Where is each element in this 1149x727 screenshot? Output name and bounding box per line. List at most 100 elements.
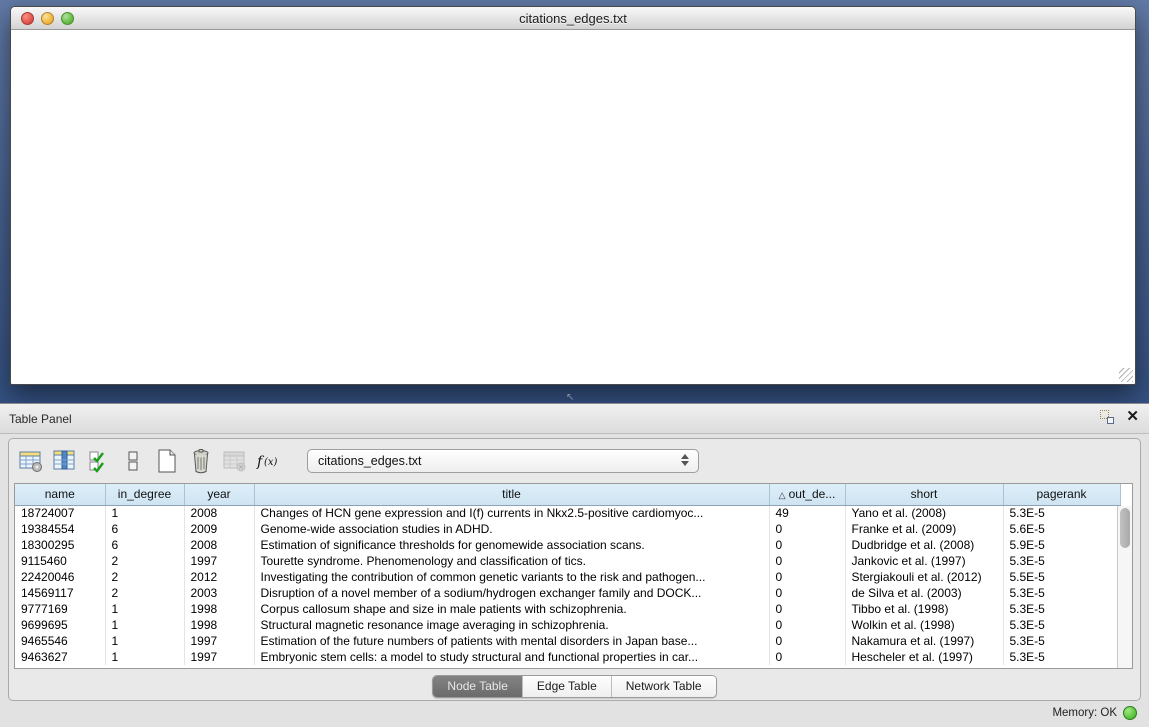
table-cell: 1 [105, 649, 184, 665]
table-cell: 1997 [184, 649, 254, 665]
close-panel-icon[interactable]: ✕ [1126, 410, 1139, 424]
table-cell: 0 [769, 569, 845, 585]
table-cell: 1 [105, 601, 184, 617]
table-cell: Disruption of a novel member of a sodium… [254, 585, 769, 601]
table-cell: 2012 [184, 569, 254, 585]
table-cell: 1 [105, 505, 184, 521]
window-titlebar[interactable]: citations_edges.txt [11, 7, 1135, 30]
table-cell: 6 [105, 521, 184, 537]
table-cell: 9777169 [15, 601, 105, 617]
resize-grip[interactable] [1119, 368, 1133, 382]
table-cell: 49 [769, 505, 845, 521]
table-cell: 1998 [184, 617, 254, 633]
table-cell: Changes of HCN gene expression and I(f) … [254, 505, 769, 521]
desktop-background: citations_edges.txt ↖ Table Panel ✕ f(x)… [0, 0, 1149, 727]
table-cell: 5.5E-5 [1003, 569, 1120, 585]
table-cell: 2 [105, 569, 184, 585]
table-row[interactable]: 1938455462009Genome-wide association stu… [15, 521, 1120, 537]
tab-node-table[interactable]: Node Table [433, 676, 522, 697]
table-cell: Tibbo et al. (1998) [845, 601, 1003, 617]
table-cell: Stergiakouli et al. (2012) [845, 569, 1003, 585]
column-header-pagerank[interactable]: pagerank [1003, 484, 1120, 505]
table-cell: de Silva et al. (2003) [845, 585, 1003, 601]
delete-table-disabled-icon[interactable] [221, 447, 249, 475]
memory-ok-indicator [1123, 706, 1137, 720]
table-panel-body: f(x) citations_edges.txt namein_degreeyea… [8, 438, 1141, 701]
table-panel: Table Panel ✕ f(x) citations_edges.txt na… [0, 403, 1149, 727]
table-cell: 18300295 [15, 537, 105, 553]
table-row[interactable]: 911546021997Tourette syndrome. Phenomeno… [15, 553, 1120, 569]
column-header-in-degree[interactable]: in_degree [105, 484, 184, 505]
table-cell: 2009 [184, 521, 254, 537]
table-cell: Investigating the contribution of common… [254, 569, 769, 585]
table-cell: Yano et al. (2008) [845, 505, 1003, 521]
table-settings-icon[interactable] [17, 447, 45, 475]
table-cell: 9465546 [15, 633, 105, 649]
table-cell: 9463627 [15, 649, 105, 665]
table-cell: 0 [769, 649, 845, 665]
table-cell: 1998 [184, 601, 254, 617]
table-cell: Franke et al. (2009) [845, 521, 1003, 537]
table-cell: Jankovic et al. (1997) [845, 553, 1003, 569]
network-window[interactable]: citations_edges.txt [10, 6, 1136, 385]
table-row[interactable]: 1456911722003Disruption of a novel membe… [15, 585, 1120, 601]
window-title: citations_edges.txt [11, 11, 1135, 26]
float-window-icon[interactable] [1100, 410, 1114, 424]
table-row[interactable]: 2242004622012Investigating the contribut… [15, 569, 1120, 585]
table-cell: Estimation of the future numbers of pati… [254, 633, 769, 649]
new-table-icon[interactable] [153, 447, 181, 475]
function-builder-icon[interactable]: f(x) [255, 447, 283, 475]
table-cell: 19384554 [15, 521, 105, 537]
sort-ascending-icon: △ [779, 490, 786, 500]
table-row[interactable]: 1830029562008Estimation of significance … [15, 537, 1120, 553]
table-cell: Embryonic stem cells: a model to study s… [254, 649, 769, 665]
column-header-short[interactable]: short [845, 484, 1003, 505]
table-cell: Dudbridge et al. (2008) [845, 537, 1003, 553]
table-cell: 0 [769, 617, 845, 633]
table-row[interactable]: 969969511998Structural magnetic resonanc… [15, 617, 1120, 633]
table-cell: 1997 [184, 633, 254, 649]
column-header-year[interactable]: year [184, 484, 254, 505]
stacked-squares-icon[interactable] [119, 447, 147, 475]
status-bar: Memory: OK [0, 701, 1149, 727]
table-cell: 5.3E-5 [1003, 505, 1120, 521]
table-cell: 5.3E-5 [1003, 633, 1120, 649]
select-rows-icon[interactable] [85, 447, 113, 475]
table-cell: 5.9E-5 [1003, 537, 1120, 553]
table-source-dropdown[interactable]: citations_edges.txt [307, 449, 699, 473]
table-cell: 2 [105, 585, 184, 601]
table-cell: 9115460 [15, 553, 105, 569]
table-toolbar: f(x) citations_edges.txt [9, 439, 1140, 483]
table-cell: Genome-wide association studies in ADHD. [254, 521, 769, 537]
delete-trash-icon[interactable] [187, 447, 215, 475]
table-row[interactable]: 946362711997Embryonic stem cells: a mode… [15, 649, 1120, 665]
network-view[interactable] [11, 30, 1135, 384]
column-header-out-de-[interactable]: △out_de... [769, 484, 845, 505]
table-cell: 0 [769, 521, 845, 537]
tab-network-table[interactable]: Network Table [611, 676, 716, 697]
node-table: namein_degreeyeartitle△out_de...shortpag… [14, 483, 1133, 669]
table-cell: 5.3E-5 [1003, 585, 1120, 601]
table-row[interactable]: 977716911998Corpus callosum shape and si… [15, 601, 1120, 617]
select-column-icon[interactable] [51, 447, 79, 475]
table-cell: Hescheler et al. (1997) [845, 649, 1003, 665]
table-cell: Nakamura et al. (1997) [845, 633, 1003, 649]
table-cell: 0 [769, 553, 845, 569]
table-cell: 9699695 [15, 617, 105, 633]
table-cell: 5.6E-5 [1003, 521, 1120, 537]
table-row[interactable]: 946554611997Estimation of the future num… [15, 633, 1120, 649]
table-scrollbar-thumb[interactable] [1120, 508, 1130, 548]
column-header-name[interactable]: name [15, 484, 105, 505]
table-cell: 5.3E-5 [1003, 617, 1120, 633]
tab-edge-table[interactable]: Edge Table [522, 676, 611, 697]
table-panel-header: Table Panel ✕ [0, 404, 1149, 434]
table-scrollbar[interactable] [1117, 506, 1132, 668]
table-cell: 2008 [184, 537, 254, 553]
table-cell: 1997 [184, 553, 254, 569]
column-header-title[interactable]: title [254, 484, 769, 505]
table-row[interactable]: 1872400712008Changes of HCN gene express… [15, 505, 1120, 521]
table-cell: Wolkin et al. (1998) [845, 617, 1003, 633]
table-cell: Structural magnetic resonance image aver… [254, 617, 769, 633]
table-cell: 18724007 [15, 505, 105, 521]
table-cell: 2 [105, 553, 184, 569]
